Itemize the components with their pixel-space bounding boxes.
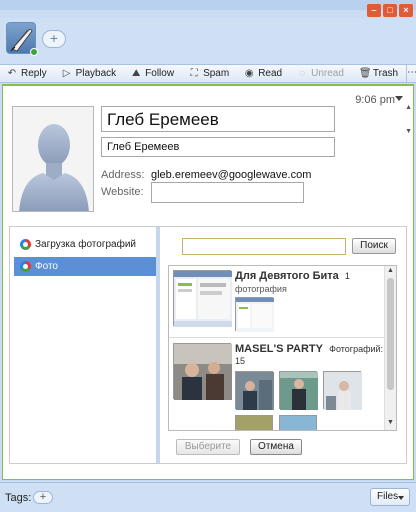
photo-search-input[interactable] xyxy=(182,238,346,255)
add-participant-button[interactable]: + xyxy=(42,30,66,48)
screenshot-thumb-icon xyxy=(174,271,232,327)
person-silhouette-icon xyxy=(13,107,93,211)
contact-photo xyxy=(12,106,94,212)
photo-thumbnail[interactable] xyxy=(235,371,274,410)
follow-label: Follow xyxy=(145,68,175,79)
wave-footer: Tags: + Files xyxy=(0,482,416,512)
playback-label: Playback xyxy=(75,68,117,79)
close-button[interactable]: × xyxy=(399,4,413,17)
unread-label: Unread xyxy=(311,68,344,79)
address-label: Address: xyxy=(101,169,145,181)
search-button[interactable]: Поиск xyxy=(352,238,396,254)
album-title-text: MASEL'S PARTY xyxy=(235,343,323,355)
sidebar-item-photos[interactable]: Фото xyxy=(14,257,156,276)
photo-thumbnail[interactable] xyxy=(235,297,274,332)
spam-label: Spam xyxy=(203,68,230,79)
screenshot-thumb-icon xyxy=(236,298,274,332)
sidebar-item-label: Загрузка фотографий xyxy=(35,239,136,250)
follow-button[interactable]: ⛰ Follow xyxy=(124,65,182,82)
reply-button[interactable]: ↶ Reply xyxy=(0,65,55,82)
address-value: gleb.eremeev@googlewave.com xyxy=(151,169,312,181)
playback-button[interactable]: ▷ Playback xyxy=(55,65,125,82)
party-photo-icon xyxy=(280,372,318,410)
scroll-down-arrow-icon[interactable]: ▼ xyxy=(387,419,394,426)
read-label: Read xyxy=(258,68,283,79)
reply-label: Reply xyxy=(21,68,47,79)
photo-thumbnail[interactable] xyxy=(323,371,362,410)
scroll-down-arrow-icon[interactable]: ▼ xyxy=(405,128,412,135)
album-title-text: Для Девятого Бита xyxy=(235,270,339,282)
read-icon: ◉ xyxy=(244,67,254,79)
scroll-up-arrow-icon[interactable]: ▲ xyxy=(387,267,394,274)
follow-icon: ⛰ xyxy=(131,67,141,79)
add-tag-button[interactable]: + xyxy=(33,491,53,504)
read-button[interactable]: ◉ Read xyxy=(237,65,290,82)
playback-icon: ▷ xyxy=(62,67,71,79)
album-cover xyxy=(173,270,232,327)
picasa-icon xyxy=(20,239,31,250)
files-button[interactable]: Files xyxy=(370,488,410,506)
unread-button[interactable]: ◌ Unread xyxy=(290,65,352,82)
party-photo-icon xyxy=(324,372,362,410)
sidebar-item-label: Фото xyxy=(35,261,58,272)
gadget-sidebar: Загрузка фотографий Фото xyxy=(10,227,156,463)
party-photo-icon xyxy=(236,372,274,410)
reply-icon: ↶ xyxy=(7,67,17,79)
results-scrollbar[interactable]: ▲ ▼ xyxy=(384,266,396,430)
contact-name-field[interactable]: Глеб Еремеев xyxy=(101,106,335,132)
album-item[interactable]: MASEL'S PARTY Фотографий: 15 xyxy=(169,339,384,430)
album-title: MASEL'S PARTY Фотографий: 15 xyxy=(235,343,384,367)
trash-label: Trash xyxy=(372,68,399,79)
album-results-list: Для Девятого Бита 1 фотография MASEL'S P… xyxy=(168,265,397,431)
party-photo-icon xyxy=(174,344,232,400)
minimize-button[interactable]: – xyxy=(367,4,381,17)
trash-icon: 🗑 xyxy=(358,67,372,79)
sidebar-item-upload-photos[interactable]: Загрузка фотографий xyxy=(14,235,156,254)
photo-thumbnail[interactable] xyxy=(235,415,273,430)
picasa-icon xyxy=(20,261,31,272)
online-status-dot xyxy=(30,48,38,56)
blip-panel: 9:06 pm ▲ ▼ Глеб Еремеев Глеб Еремеев Ad… xyxy=(2,84,414,480)
photo-thumbnail[interactable] xyxy=(279,371,318,410)
window-titlebar: – □ × xyxy=(0,0,416,17)
more-actions-button[interactable]: ⋯ xyxy=(406,65,416,82)
wave-header: + xyxy=(0,18,416,64)
spam-icon: ⛶ xyxy=(190,67,198,79)
album-count: 1 xyxy=(344,271,350,281)
album-subtitle: фотография xyxy=(235,284,287,294)
album-item[interactable]: Для Девятого Бита 1 фотография xyxy=(169,266,384,338)
scrollbar-thumb[interactable] xyxy=(387,278,394,390)
blip-menu-caret-icon[interactable] xyxy=(395,96,403,101)
sidebar-divider xyxy=(156,227,160,463)
chevron-down-icon xyxy=(398,496,404,500)
maximize-button[interactable]: □ xyxy=(383,4,397,17)
trash-button[interactable]: 🗑 Trash xyxy=(352,65,406,82)
files-label: Files xyxy=(377,491,399,502)
website-field[interactable] xyxy=(151,182,304,203)
tags-label: Tags: xyxy=(5,492,32,504)
album-title: Для Девятого Бита 1 xyxy=(235,270,350,282)
cancel-button[interactable]: Отмена xyxy=(250,439,302,455)
blip-timestamp: 9:06 pm xyxy=(355,94,395,106)
window-controls: – □ × xyxy=(367,4,413,17)
scroll-up-arrow-icon[interactable]: ▲ xyxy=(405,104,412,111)
wave-toolbar: ↶ Reply ▷ Playback ⛰ Follow ⛶ Spam ◉ Rea… xyxy=(0,64,416,83)
unread-icon: ◌ xyxy=(299,67,306,79)
choose-button[interactable]: Выберите xyxy=(176,439,240,455)
album-cover xyxy=(173,343,232,400)
photo-picker-gadget: Загрузка фотографий Фото Поиск Для Девят… xyxy=(9,226,407,464)
contact-short-name-field[interactable]: Глеб Еремеев xyxy=(101,137,335,157)
website-label: Website: xyxy=(101,186,144,198)
photo-thumbnail[interactable] xyxy=(279,415,317,430)
spam-button[interactable]: ⛶ Spam xyxy=(182,65,237,82)
